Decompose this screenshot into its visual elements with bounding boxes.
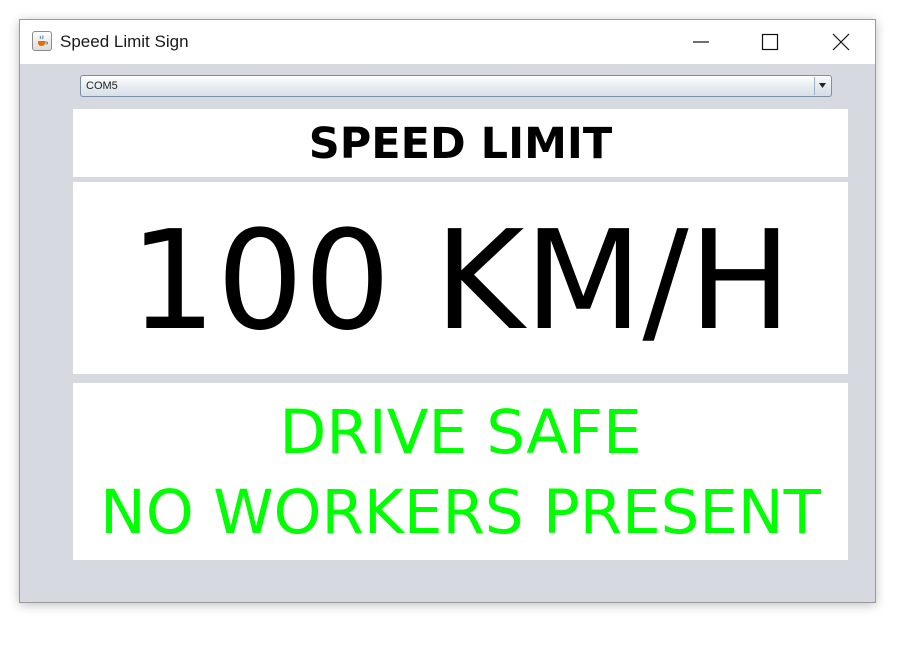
close-button[interactable] (807, 20, 875, 64)
message-panel: DRIVE SAFE NO WORKERS PRESENT (73, 383, 848, 560)
speed-panel: 100 KM/H (73, 182, 848, 374)
dropdown-arrow-button[interactable] (814, 77, 830, 95)
port-select[interactable]: COM5 (80, 75, 832, 97)
maximize-button[interactable] (736, 20, 804, 64)
sign-header: SPEED LIMIT (308, 119, 613, 169)
close-icon (832, 33, 850, 51)
sign-header-panel: SPEED LIMIT (73, 109, 848, 177)
minimize-icon (693, 41, 709, 43)
maximize-icon (761, 33, 779, 51)
message-line-2: NO WORKERS PRESENT (100, 477, 821, 548)
java-cup-icon (32, 31, 52, 51)
speed-value: 100 KM/H (129, 202, 792, 361)
window-title: Speed Limit Sign (60, 32, 189, 51)
app-window: Speed Limit Sign COM5 SPEED LIMIT 100 KM… (19, 19, 876, 603)
port-select-value: COM5 (86, 80, 118, 92)
message-line-1: DRIVE SAFE (279, 397, 642, 468)
title-bar[interactable]: Speed Limit Sign (20, 20, 875, 64)
minimize-button[interactable] (667, 20, 735, 64)
dropdown-arrow-icon (819, 83, 826, 88)
